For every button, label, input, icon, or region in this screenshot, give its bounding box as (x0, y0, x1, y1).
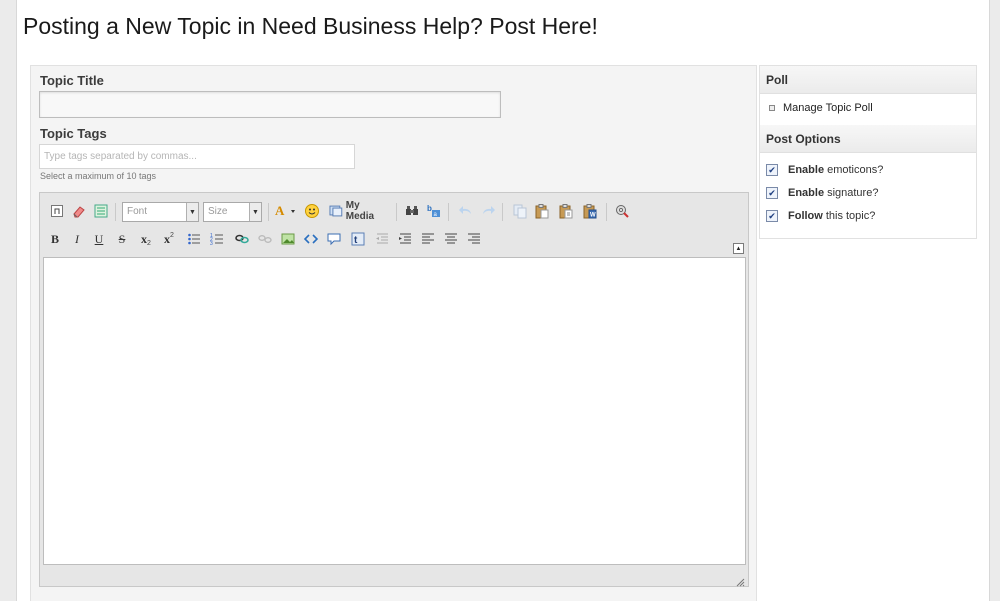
remove-format-icon[interactable] (49, 202, 65, 220)
resize-grip-icon[interactable] (735, 574, 745, 587)
size-select[interactable]: Size ▼ (203, 202, 262, 222)
media-icon (329, 205, 343, 217)
bullet-list-icon[interactable] (186, 230, 202, 248)
editor-toolbar-row-1: Font ▼ Size ▼ A My Media b a W (40, 200, 748, 228)
bullet-icon (769, 105, 775, 111)
editor-toolbar-row-2: B I U S x2 x2 123 t (40, 230, 748, 256)
chevron-down-icon: ▼ (249, 203, 261, 221)
post-options-heading: Post Options (760, 125, 976, 153)
outdent-icon[interactable] (374, 230, 390, 248)
sidebar-panel: Poll Manage Topic Poll Post Options ✔ En… (759, 65, 977, 239)
svg-text:b: b (427, 204, 432, 213)
find-replace-icon[interactable]: ba (426, 202, 442, 220)
italic-button[interactable]: I (70, 230, 84, 248)
topic-tags-label: Topic Tags (40, 126, 107, 141)
svg-text:W: W (590, 213, 596, 219)
align-left-icon[interactable] (420, 230, 436, 248)
bold-button[interactable]: B (48, 230, 62, 248)
quote-icon[interactable] (326, 230, 342, 248)
svg-text:3: 3 (210, 241, 213, 247)
checkbox-emoticons[interactable]: ✔ (766, 164, 778, 176)
chevron-down-icon: ▼ (186, 203, 198, 221)
special-char-icon[interactable]: t (350, 230, 366, 248)
undo-icon[interactable] (458, 202, 474, 220)
follow-topic-option[interactable]: ✔ Follow this topic? (766, 210, 875, 222)
link-icon[interactable] (234, 230, 250, 248)
page-container: Posting a New Topic in Need Business Hel… (16, 0, 990, 601)
align-center-icon[interactable] (443, 230, 459, 248)
unlink-icon[interactable] (257, 230, 273, 248)
superscript-button[interactable]: x2 (161, 230, 177, 248)
source-view-icon[interactable] (93, 202, 109, 220)
settings-icon[interactable] (614, 202, 630, 220)
topic-form-panel: Topic Title Topic Tags Select a maximum … (30, 65, 757, 601)
indent-icon[interactable] (397, 230, 413, 248)
paste-text-icon[interactable] (558, 202, 574, 220)
page-title: Posting a New Topic in Need Business Hel… (23, 13, 598, 39)
checkbox-signature[interactable]: ✔ (766, 187, 778, 199)
checkbox-follow[interactable]: ✔ (766, 210, 778, 222)
strikethrough-button[interactable]: S (115, 230, 129, 248)
redo-icon[interactable] (480, 202, 496, 220)
tags-hint: Select a maximum of 10 tags (40, 171, 157, 181)
paste-word-icon[interactable]: W (582, 202, 598, 220)
svg-text:A: A (275, 203, 285, 218)
my-media-button[interactable]: My Media (328, 200, 390, 222)
enable-emoticons-option[interactable]: ✔ Enable emoticons? (766, 164, 883, 176)
manage-topic-poll-link[interactable]: Manage Topic Poll (769, 102, 873, 114)
code-icon[interactable] (303, 230, 319, 248)
topic-title-input[interactable] (39, 91, 501, 118)
align-right-icon[interactable] (466, 230, 482, 248)
subscript-button[interactable]: x2 (138, 230, 154, 248)
image-icon[interactable] (280, 230, 296, 248)
enable-signature-option[interactable]: ✔ Enable signature? (766, 187, 878, 199)
editor-content-area[interactable] (43, 257, 746, 565)
paste-icon[interactable] (534, 202, 550, 220)
text-color-icon[interactable]: A (274, 202, 298, 220)
font-select[interactable]: Font ▼ (122, 202, 199, 222)
emoticon-icon[interactable] (304, 202, 320, 220)
poll-heading: Poll (760, 66, 976, 94)
copy-icon[interactable] (512, 202, 528, 220)
collapse-toolbar-icon[interactable]: ▲ (733, 243, 744, 254)
rich-text-editor: Font ▼ Size ▼ A My Media b a W B I U S x… (39, 192, 749, 587)
topic-tags-input[interactable] (39, 144, 355, 169)
underline-button[interactable]: U (92, 230, 106, 248)
eraser-icon[interactable] (71, 202, 87, 220)
topic-title-label: Topic Title (40, 73, 104, 88)
numbered-list-icon[interactable]: 123 (209, 230, 225, 248)
spellcheck-icon[interactable] (404, 202, 420, 220)
